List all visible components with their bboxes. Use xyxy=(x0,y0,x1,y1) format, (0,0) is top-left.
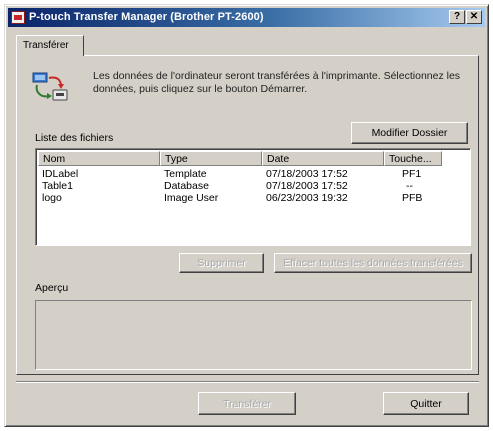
file-type: Database xyxy=(164,180,209,192)
quit-button[interactable]: Quitter xyxy=(383,392,469,415)
divider xyxy=(16,381,479,383)
title-bar[interactable]: P-touch Transfer Manager (Brother PT-260… xyxy=(8,8,485,27)
transfer-button[interactable]: Transférer xyxy=(198,392,296,415)
close-button[interactable]: ✕ xyxy=(466,10,482,24)
file-row[interactable]: logo Image User 06/23/2003 19:32 PFB xyxy=(38,192,468,204)
transfer-manager-window: P-touch Transfer Manager (Brother PT-260… xyxy=(4,4,489,427)
app-icon xyxy=(11,11,25,24)
preview-label: Aperçu xyxy=(35,282,69,294)
column-header-date[interactable]: Date xyxy=(262,151,384,166)
file-key: PFB xyxy=(402,192,423,204)
delete-button[interactable]: Supprimer xyxy=(179,253,264,273)
preview-area xyxy=(35,300,472,370)
file-list[interactable]: Nom Type Date Touche... IDLabel Template… xyxy=(35,148,471,246)
file-row[interactable]: Table1 Database 07/18/2003 17:52 -- xyxy=(38,180,468,192)
file-date: 07/18/2003 17:52 xyxy=(266,180,348,192)
help-button[interactable]: ? xyxy=(449,10,465,24)
file-name: Table1 xyxy=(42,180,73,192)
info-text: Les données de l'ordinateur seront trans… xyxy=(93,70,461,95)
delete-all-button[interactable]: Effacer toutes les données transférées xyxy=(274,253,472,273)
transfer-icon xyxy=(32,72,68,101)
file-row[interactable]: IDLabel Template 07/18/2003 17:52 PF1 xyxy=(38,168,468,180)
file-date: 06/23/2003 19:32 xyxy=(266,192,348,204)
tab-transfer[interactable]: Transférer xyxy=(16,35,84,56)
file-key: PF1 xyxy=(402,168,422,180)
file-type: Template xyxy=(164,168,207,180)
file-list-label: Liste des fichiers xyxy=(35,132,114,144)
column-header-type[interactable]: Type xyxy=(160,151,262,166)
modify-folder-button[interactable]: Modifier Dossier xyxy=(351,122,468,144)
file-name: logo xyxy=(42,192,62,204)
file-date: 07/18/2003 17:52 xyxy=(266,168,348,180)
column-header-name[interactable]: Nom xyxy=(38,151,160,166)
file-list-header: Nom Type Date Touche... xyxy=(38,151,468,166)
file-type: Image User xyxy=(164,192,219,204)
window-title: P-touch Transfer Manager (Brother PT-260… xyxy=(29,11,264,23)
transfer-panel: Les données de l'ordinateur seront trans… xyxy=(16,55,479,375)
file-name: IDLabel xyxy=(42,168,79,180)
file-key: -- xyxy=(406,180,413,192)
column-header-key[interactable]: Touche... xyxy=(384,151,442,166)
